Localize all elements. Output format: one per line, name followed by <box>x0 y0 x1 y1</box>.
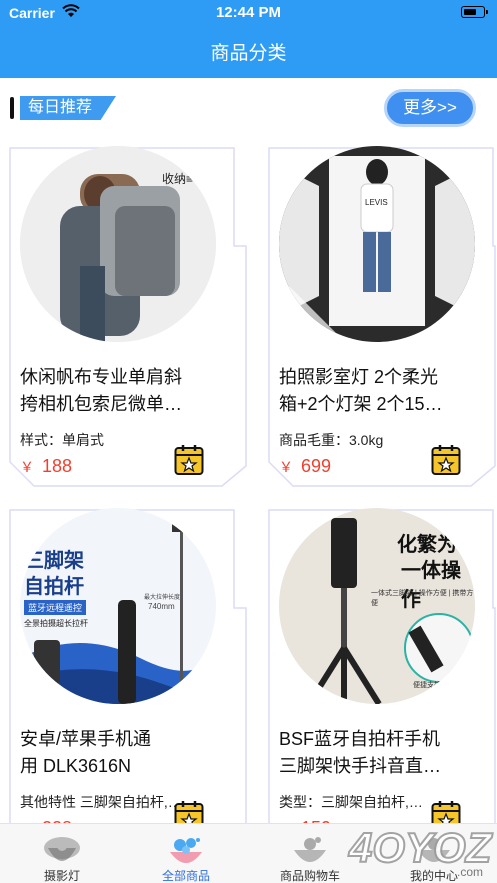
product-image: 化繁为 一体操作 一体式三脚架 | 操作方便 | 携带方便 便捷支架 收缩自 <box>279 508 475 704</box>
product-title: 休闲帆布专业单肩斜 挎相机包索尼微单… <box>20 367 182 414</box>
product-title: BSF蓝牙自拍杆手机 三脚架快手抖音直… <box>279 729 441 776</box>
watermark-text: 4OYOZ <box>348 824 493 871</box>
app-header: Carrier 12:44 PM 商品分类 <box>0 0 497 78</box>
more-button[interactable]: 更多>> <box>384 89 476 127</box>
photo-caption: 收纳≡ <box>162 172 194 186</box>
status-time: 12:44 PM <box>215 4 282 21</box>
add-to-cart-icon[interactable] <box>431 444 461 476</box>
cart-icon <box>294 837 326 862</box>
photo-badge: 蓝牙远程遥控 <box>24 600 87 615</box>
lamp-icon <box>44 837 80 861</box>
site-watermark: 4OYOZ .com <box>347 823 494 879</box>
product-card[interactable]: 三脚架 自拍杆 蓝牙远程遥控 全景拍摄超长拉杆 最大拉伸长度 740mm 安卓/… <box>8 508 248 850</box>
price-value: 188 <box>42 456 73 476</box>
product-card[interactable]: LEVIS 拍照影室灯 2个柔光 箱+2个灯架 2个15… 商品毛重：3.0kg… <box>267 146 497 488</box>
section-title: 每日推荐 <box>20 96 116 120</box>
section-marker <box>10 97 14 119</box>
photo-caption: 740mm <box>148 602 175 611</box>
photo-caption: 一体式三脚架 | 操作方便 | 携带方便 <box>371 590 474 607</box>
product-price: ￥ 699 <box>279 456 331 477</box>
product-title: 安卓/苹果手机通 用 DLK3616N <box>20 729 152 776</box>
product-image: 三脚架 自拍杆 蓝牙远程遥控 全景拍摄超长拉杆 最大拉伸长度 740mm <box>20 508 216 704</box>
watermark-site: .com <box>457 865 483 879</box>
product-spec: 商品毛重：3.0kg <box>279 432 384 448</box>
battery-icon <box>461 6 488 18</box>
product-title: 拍照影室灯 2个柔光 箱+2个灯架 2个15… <box>279 367 443 414</box>
product-spec: 其他特性 三脚架自拍杆,… <box>20 794 180 810</box>
all-products-icon <box>170 838 202 863</box>
product-spec: 样式：单肩式 <box>20 432 104 448</box>
status-bar: Carrier 12:44 PM <box>0 0 497 26</box>
product-card[interactable]: 化繁为 一体操作 一体式三脚架 | 操作方便 | 携带方便 便捷支架 收缩自 B… <box>267 508 497 850</box>
tab-label: 摄影灯 <box>43 869 80 883</box>
page-title: 商品分类 <box>210 43 287 64</box>
tab-label: 全部商品 <box>161 869 210 883</box>
add-to-cart-icon[interactable] <box>174 444 204 476</box>
photo-headline: 自拍杆 <box>24 576 84 598</box>
currency-symbol: ￥ <box>20 459 34 475</box>
photo-headline: 三脚架 <box>24 550 84 572</box>
price-value: 699 <box>301 456 332 476</box>
currency-symbol: ￥ <box>279 459 293 475</box>
photo-caption: 全景拍摄超长拉杆 <box>24 619 88 628</box>
photo-caption: 便捷支架 收缩自 <box>413 682 464 689</box>
photo-caption: LEVIS <box>365 198 388 207</box>
tab-all-products[interactable]: 全部商品 <box>124 824 248 883</box>
tab-lamp[interactable]: 摄影灯 <box>0 824 124 883</box>
product-card[interactable]: 收纳≡ 休闲帆布专业单肩斜 挎相机包索尼微单… 样式：单肩式 ￥ 188 <box>8 146 248 488</box>
product-price: ￥ 188 <box>20 456 72 477</box>
product-image: LEVIS <box>279 146 475 342</box>
photo-headline: 化繁为 <box>397 534 457 556</box>
photo-caption: 最大拉伸长度 <box>144 595 181 601</box>
product-image: 收纳≡ <box>20 146 216 342</box>
